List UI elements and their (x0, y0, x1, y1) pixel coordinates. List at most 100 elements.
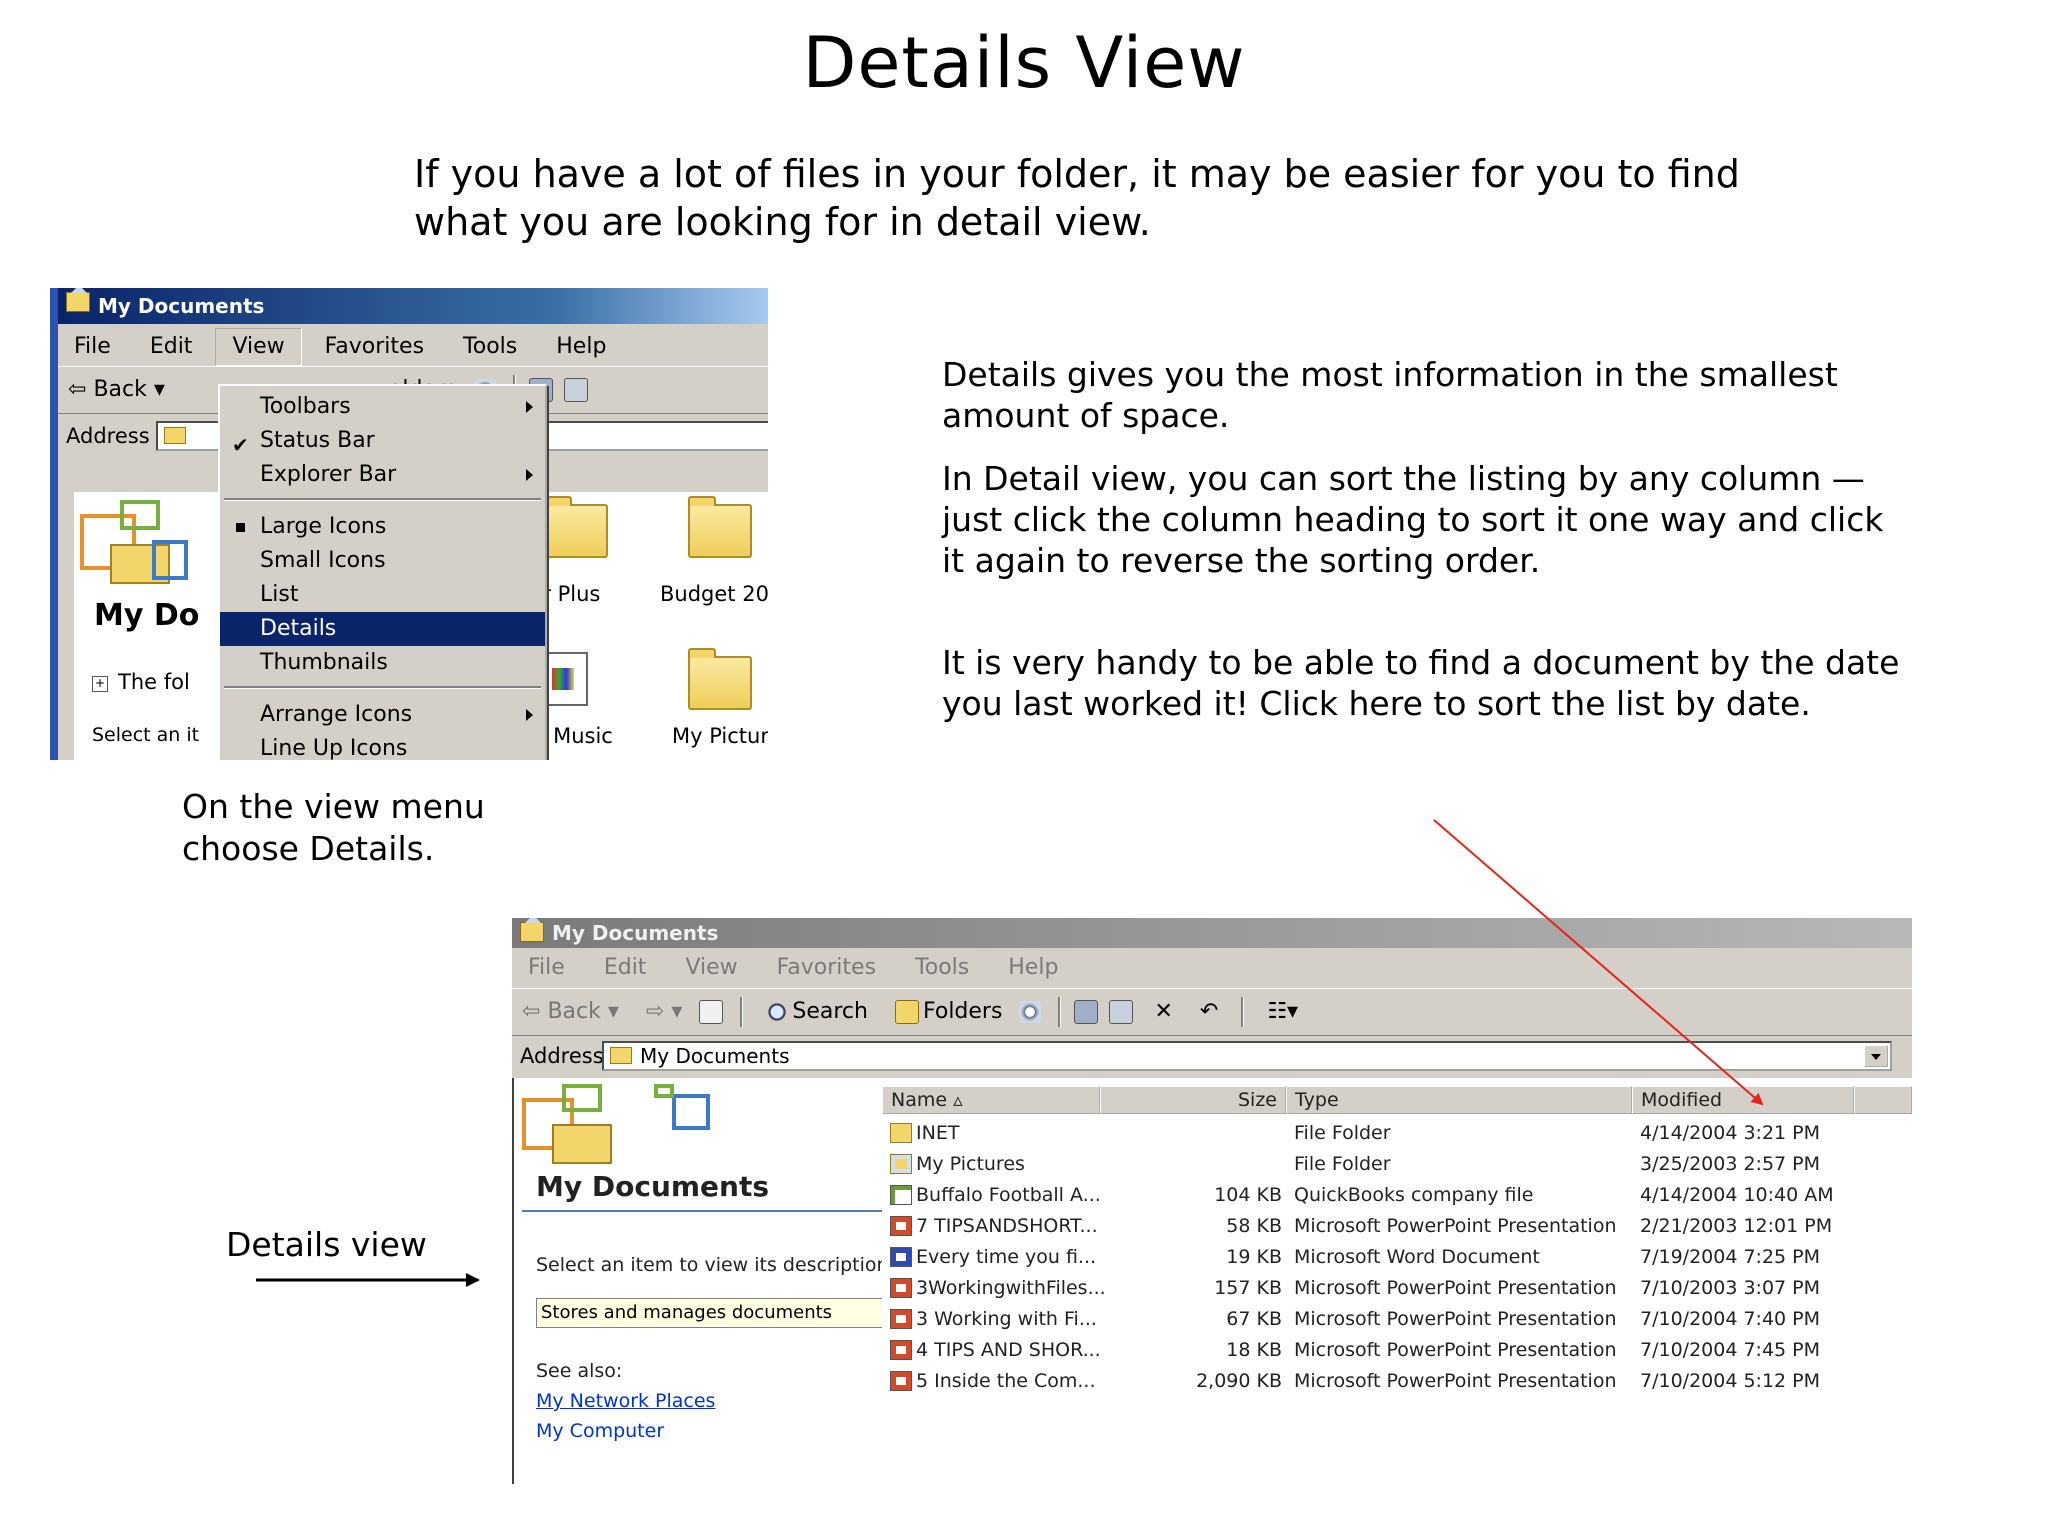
menu-favorites[interactable]: Favorites (309, 329, 440, 365)
address-dropdown-icon[interactable] (1864, 1045, 1888, 1067)
menu-item-arrange-icons[interactable]: Arrange Icons (220, 698, 545, 732)
column-header-name[interactable]: Name ▵ (882, 1086, 1100, 1114)
view-menu-screenshot: My Documents File Edit View Favorites To… (50, 288, 768, 760)
column-header-size[interactable]: Size (1100, 1086, 1286, 1114)
menu-item-toolbars[interactable]: Toolbars (220, 390, 545, 424)
intro-line: If you have a lot of files in your folde… (414, 152, 1740, 196)
toolbar-separator (1058, 997, 1062, 1027)
move-to-icon[interactable] (1074, 1000, 1099, 1024)
folder-label[interactable]: My Pictures (672, 724, 768, 748)
back-label: Back (547, 999, 601, 1024)
file-row[interactable]: 4 TIPS AND SHOR... 18 KB Microsoft PowerPo… (882, 1335, 1912, 1366)
folder-icon[interactable] (544, 496, 608, 558)
menu-favorites[interactable]: Favorites (761, 950, 892, 986)
column-label: Name (891, 1089, 948, 1111)
checkmark-icon: ✔ (232, 433, 249, 457)
menu-help[interactable]: Help (992, 950, 1074, 986)
menu-help[interactable]: Help (540, 329, 622, 365)
menu-edit[interactable]: Edit (588, 950, 663, 986)
folders-icon (894, 1000, 919, 1024)
caption-line: choose Details. (182, 829, 435, 868)
folder-icon (610, 1047, 632, 1064)
address-field[interactable]: My Documents (602, 1041, 1892, 1071)
menu-item-thumbnails[interactable]: Thumbnails (220, 646, 545, 680)
file-type: Microsoft PowerPoint Presentation (1294, 1215, 1617, 1237)
file-type: Microsoft PowerPoint Presentation (1294, 1370, 1617, 1392)
file-row[interactable]: Every time you fi... 19 KB Microsoft Word … (882, 1242, 1912, 1273)
menu-file[interactable]: File (512, 950, 581, 986)
search-icon (766, 1001, 789, 1023)
file-row[interactable]: 7 TIPSANDSHORT... 58 KB Microsoft PowerPoi… (882, 1211, 1912, 1242)
sorting-paragraph: In Detail view, you can sort the listing… (942, 458, 1883, 581)
menu-item-label: Explorer Bar (260, 462, 397, 487)
toolbar-separator (1241, 997, 1245, 1027)
menu-tools[interactable]: Tools (447, 329, 533, 365)
history-icon[interactable] (1019, 1001, 1042, 1023)
forward-button[interactable]: ⇨ ▾ (636, 989, 692, 1035)
folders-button[interactable]: Folders (885, 989, 1012, 1035)
back-button[interactable]: ⇦ Back ▾ (512, 989, 629, 1035)
toolbar: ⇦ Back ▾ ⇨ ▾ Search Folders ✕ ↶ ☷▾ (512, 988, 1912, 1036)
radio-bullet-icon (236, 523, 245, 532)
menu-item-list[interactable]: List (220, 578, 545, 612)
ppt-file-icon (890, 1278, 912, 1298)
file-row[interactable]: 5 Inside the Com... 2,090 KB Microsoft Pow… (882, 1366, 1912, 1397)
file-modified: 3/25/2003 2:57 PM (1640, 1153, 1821, 1175)
file-name: 7 TIPSANDSHORT... (916, 1215, 1098, 1237)
link-my-computer[interactable]: My Computer (536, 1420, 664, 1442)
file-modified: 7/10/2004 5:12 PM (1640, 1370, 1821, 1392)
undo-button[interactable]: ↶ (1190, 989, 1228, 1035)
column-header-blank[interactable] (1854, 1086, 1912, 1114)
search-button[interactable]: Search (756, 989, 878, 1035)
column-header-type[interactable]: Type (1286, 1086, 1632, 1114)
file-row[interactable]: INET File Folder 4/14/2004 3:21 PM (882, 1118, 1912, 1149)
menu-tools[interactable]: Tools (899, 950, 985, 986)
menu-item-label: Line Up Icons (260, 736, 408, 760)
expand-icon[interactable]: + (92, 676, 108, 692)
file-row[interactable]: Buffalo Football A... 104 KB QuickBooks co… (882, 1180, 1912, 1211)
paragraph-line: just click the column heading to sort it… (942, 500, 1884, 539)
delete-button[interactable]: ✕ (1144, 989, 1182, 1035)
column-header-modified[interactable]: Modified (1632, 1086, 1854, 1114)
search-label: Search (792, 999, 868, 1024)
music-file-icon[interactable] (544, 652, 588, 706)
details-view-screenshot: My Documents File Edit View Favorites To… (512, 918, 1912, 1484)
file-modified: 7/10/2003 3:07 PM (1640, 1277, 1821, 1299)
details-view-caption: Details view (226, 1225, 427, 1264)
up-folder-icon[interactable] (699, 1000, 724, 1024)
menu-item-status-bar[interactable]: ✔ Status Bar (220, 424, 545, 458)
menu-view[interactable]: View (215, 328, 302, 366)
paragraph-line: It is very handy to be able to find a do… (942, 643, 1900, 682)
file-row[interactable]: 3WorkingwithFiles... 157 KB Microsoft Powe… (882, 1273, 1912, 1304)
pictures-folder-icon[interactable] (688, 648, 752, 710)
menu-file[interactable]: File (58, 329, 127, 365)
views-button[interactable]: ☷▾ (1257, 989, 1308, 1035)
see-also-label: See also: (536, 1360, 623, 1382)
file-name: 3WorkingwithFiles... (916, 1277, 1106, 1299)
pane-description: Stores and manages documents (536, 1298, 886, 1328)
file-row[interactable]: 3 Working with Fi... 67 KB Microsoft Power… (882, 1304, 1912, 1335)
pane-title: My Documents (536, 1170, 770, 1203)
menu-item-line-up-icons[interactable]: Line Up Icons (220, 732, 545, 760)
file-type: Microsoft PowerPoint Presentation (1294, 1308, 1617, 1330)
views-icon: ☷ (1267, 999, 1288, 1024)
folder-label[interactable]: Budget 2004 (660, 582, 768, 606)
copy-to-icon[interactable] (563, 378, 588, 402)
menu-item-details[interactable]: Details (220, 612, 545, 646)
file-row[interactable]: My Pictures File Folder 3/25/2003 2:57 PM (882, 1149, 1912, 1180)
menu-edit[interactable]: Edit (134, 329, 209, 365)
file-size: 19 KB (1226, 1246, 1282, 1268)
folder-icon[interactable] (688, 496, 752, 558)
menu-separator (224, 686, 541, 689)
copy-to-icon[interactable] (1109, 1000, 1134, 1024)
view-menu-caption: On the view menu choose Details. (182, 786, 485, 870)
menu-item-small-icons[interactable]: Small Icons (220, 544, 545, 578)
paragraph-line: it again to reverse the sorting order. (942, 541, 1541, 580)
back-button[interactable]: ⇦ Back ▾ (58, 367, 175, 413)
menu-item-label: Status Bar (260, 428, 375, 453)
menu-item-explorer-bar[interactable]: Explorer Bar (220, 458, 545, 492)
menu-item-large-icons[interactable]: Large Icons (220, 510, 545, 544)
address-value: My Documents (640, 1044, 790, 1068)
link-my-network-places[interactable]: My Network Places (536, 1390, 715, 1412)
menu-view[interactable]: View (669, 950, 753, 986)
